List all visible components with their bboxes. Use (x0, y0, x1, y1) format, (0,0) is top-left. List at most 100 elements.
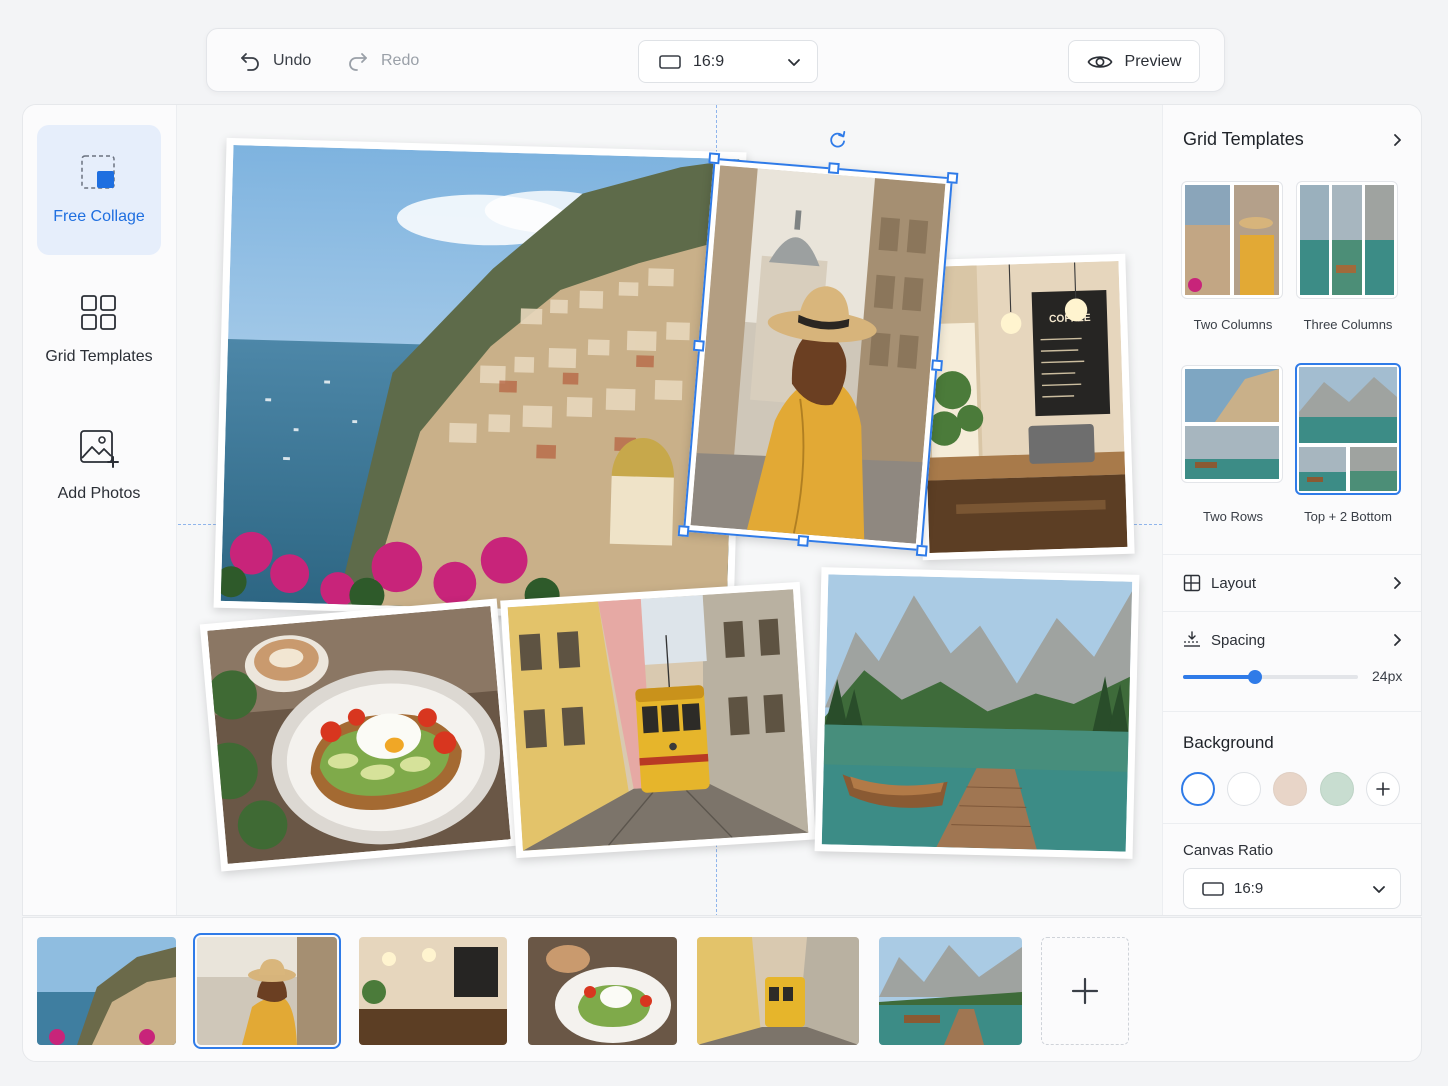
spacing-slider[interactable] (1183, 670, 1358, 684)
collage-canvas[interactable]: COFFEE (178, 105, 1162, 915)
collage-photo-avocado-toast[interactable] (199, 598, 519, 872)
aspect-ratio-value: 16:9 (693, 52, 725, 70)
coffee-shop-photo: COFFEE (920, 260, 1128, 554)
two-columns-preview (1185, 185, 1279, 295)
panel-divider (1163, 611, 1421, 612)
layout-icon (1183, 574, 1201, 592)
coffee-shop-thumb (359, 937, 507, 1045)
thumb-woman-hat[interactable] (193, 933, 341, 1049)
editor-workspace: Free Collage Grid Templates Add Photos G… (22, 104, 1422, 916)
canvas-ratio-heading: Canvas Ratio (1183, 842, 1403, 859)
preview-button[interactable]: Preview (1068, 40, 1200, 83)
left-sidebar: Free Collage Grid Templates Add Photos (23, 105, 177, 915)
aspect-rect-icon (1202, 881, 1224, 896)
top-toolbar: Undo Redo 16:9 Preview (206, 28, 1225, 92)
sidebar-item-label: Grid Templates (45, 348, 153, 365)
plus-icon (1376, 782, 1390, 796)
sidebar-item-add-photos[interactable]: Add Photos (37, 400, 161, 530)
sidebar-item-grid-templates[interactable]: Grid Templates (37, 265, 161, 395)
woman-hat-thumb (197, 937, 337, 1045)
template-top-two-bottom[interactable] (1295, 363, 1401, 495)
template-label: Two Rows (1203, 509, 1263, 524)
two-rows-preview (1185, 369, 1279, 479)
collage-photo-coffee-shop[interactable]: COFFEE (913, 253, 1135, 561)
background-swatch-beige[interactable] (1273, 772, 1307, 806)
mountain-lake-thumb (879, 937, 1022, 1045)
chevron-right-icon (1394, 577, 1401, 589)
avocado-toast-photo (200, 606, 511, 864)
redo-icon (349, 53, 367, 71)
undo-button[interactable]: Undo (239, 47, 311, 75)
template-label: Two Columns (1193, 317, 1273, 332)
background-swatch-white-selected[interactable] (1181, 772, 1215, 806)
panel-divider (1163, 554, 1421, 555)
chevron-down-icon (788, 58, 800, 66)
thumb-avocado-toast[interactable] (528, 937, 677, 1045)
add-photo-button[interactable] (1041, 937, 1129, 1045)
woman-hat-photo (690, 165, 946, 544)
undo-icon (241, 53, 259, 71)
chevron-right-icon (1394, 634, 1401, 646)
thumb-mountain-lake[interactable] (879, 937, 1022, 1045)
photo-filmstrip (22, 917, 1422, 1062)
thumb-lisbon-tram[interactable] (697, 937, 859, 1045)
spacing-slider-knob[interactable] (1247, 670, 1262, 684)
free-collage-icon (81, 155, 115, 189)
mountain-lake-photo (821, 574, 1133, 852)
sidebar-item-label: Free Collage (53, 208, 145, 225)
template-three-columns[interactable] (1296, 181, 1398, 299)
add-photo-icon (80, 430, 119, 468)
redo-button[interactable]: Redo (347, 47, 419, 75)
layout-label: Layout (1211, 574, 1257, 592)
template-label: Top + 2 Bottom (1304, 509, 1392, 524)
collage-photo-positano[interactable] (213, 137, 747, 623)
background-heading: Background (1183, 733, 1403, 753)
spacing-icon (1184, 631, 1200, 647)
collage-photo-mountain-lake[interactable] (814, 567, 1140, 859)
collage-photo-woman-hat[interactable] (683, 157, 953, 552)
aspect-rect-icon (659, 54, 681, 69)
template-two-columns[interactable] (1181, 181, 1283, 299)
preview-label: Preview (1124, 52, 1182, 70)
eye-icon (1087, 55, 1113, 68)
chevron-right-icon (1394, 133, 1401, 146)
spacing-label: Spacing (1211, 631, 1266, 649)
background-swatch-white[interactable] (1227, 772, 1261, 806)
lisbon-tram-photo (507, 589, 809, 851)
grid-templates-header[interactable]: Grid Templates (1183, 129, 1403, 150)
panel-divider (1163, 823, 1421, 824)
three-columns-preview (1300, 185, 1394, 295)
top-two-bottom-preview (1299, 367, 1397, 491)
spacing-value: 24px (1372, 668, 1403, 684)
avocado-toast-thumb (528, 937, 677, 1045)
template-two-rows[interactable] (1181, 365, 1283, 483)
background-swatch-sage[interactable] (1320, 772, 1354, 806)
canvas-ratio-dropdown[interactable]: 16:9 (1183, 868, 1401, 909)
add-color-button[interactable] (1366, 772, 1400, 806)
collage-photo-lisbon-tram[interactable] (500, 581, 816, 859)
spacing-row[interactable]: Spacing (1183, 631, 1403, 649)
positano-photo (215, 145, 740, 615)
canvas-ratio-value: 16:9 (1234, 880, 1264, 897)
sidebar-item-free-collage[interactable]: Free Collage (37, 125, 161, 255)
spacing-slider-fill (1183, 675, 1255, 679)
thumb-coffee-shop[interactable] (359, 937, 507, 1045)
template-label: Three Columns (1303, 317, 1393, 332)
thumb-positano[interactable] (37, 937, 176, 1045)
plus-icon (1071, 977, 1099, 1005)
panel-divider (1163, 711, 1421, 712)
chevron-down-icon (1373, 885, 1385, 893)
rotate-handle-icon[interactable] (827, 129, 849, 151)
redo-label: Redo (381, 52, 420, 69)
aspect-ratio-dropdown[interactable]: 16:9 (638, 40, 818, 83)
background-label: Background (1183, 733, 1274, 752)
canvas-ratio-label: Canvas Ratio (1183, 842, 1274, 859)
grid-templates-title: Grid Templates (1183, 129, 1304, 149)
grid-icon (81, 295, 116, 330)
undo-label: Undo (273, 52, 312, 69)
positano-thumb (37, 937, 176, 1045)
sidebar-item-label: Add Photos (57, 485, 141, 502)
layout-row[interactable]: Layout (1183, 574, 1403, 592)
right-panel: Grid Templates Two Columns Three Columns (1162, 105, 1421, 915)
lisbon-tram-thumb (697, 937, 859, 1045)
